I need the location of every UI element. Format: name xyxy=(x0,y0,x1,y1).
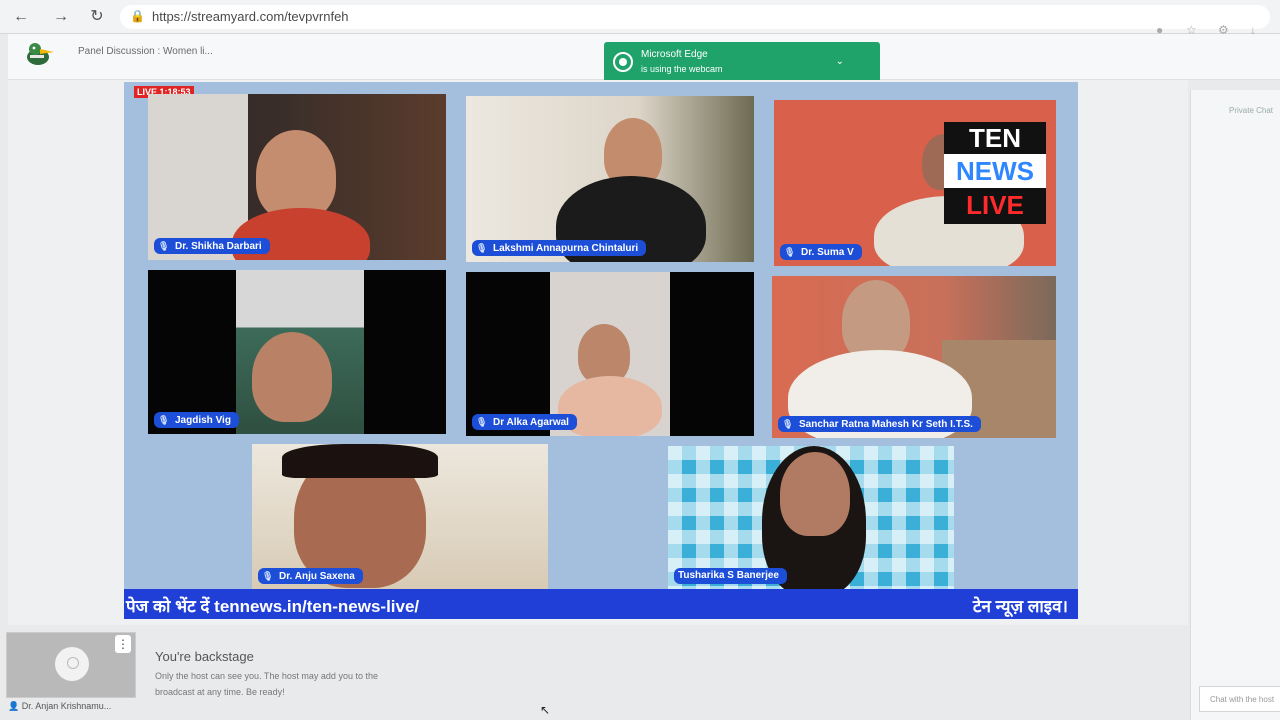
broadcast-stage: LIVE 1:18:53 🎙 Dr. Shikha Darbari 🎙 Lakshm… xyxy=(124,82,1078,619)
webcam-in-use-notification[interactable]: Microsoft Edge is using the webcam ⌄ xyxy=(604,42,880,84)
participant-name-tag: 🎙 Dr Alka Agarwal xyxy=(472,414,577,430)
chevron-down-icon[interactable]: ⌄ xyxy=(836,56,844,67)
participant-tile[interactable]: 🎙 Lakshmi Annapurna Chintaluri xyxy=(466,96,754,262)
address-bar[interactable]: 🔒 https://streamyard.com/tevpvrnfeh xyxy=(120,5,1270,29)
participant-tile[interactable]: 🎙 Dr Alka Agarwal xyxy=(466,272,754,436)
microphone-icon: 🎙 xyxy=(784,247,796,257)
broadcast-title: Panel Discussion : Women li... xyxy=(78,46,213,57)
participant-tile[interactable]: Tusharika S Banerjee xyxy=(668,446,954,590)
microphone-icon: 🎙 xyxy=(158,415,170,425)
microphone-icon: 🎙 xyxy=(476,417,488,427)
backstage-participant-name: 👤 Dr. Anjan Krishnamu... xyxy=(8,701,112,711)
backstage-description: Only the host can see you. The host may … xyxy=(155,671,378,697)
more-options-icon[interactable]: ⋮ xyxy=(115,635,131,653)
streamyard-duck-logo-icon[interactable] xyxy=(24,40,58,68)
reload-icon[interactable]: ↻ xyxy=(86,6,108,28)
url-text: https://streamyard.com/tevpvrnfeh xyxy=(152,9,349,24)
tab-private-chat[interactable]: Private Chat xyxy=(1229,106,1273,115)
participant-tile[interactable]: 🎙 Jagdish Vig xyxy=(148,270,446,434)
chat-sidebar: Private Chat Chat with the host xyxy=(1190,90,1280,720)
webcam-notice-app: Microsoft Edge xyxy=(641,49,708,60)
webcam-icon xyxy=(613,52,633,72)
participant-tile[interactable]: 🎙 Sanchar Ratna Mahesh Kr Seth I.T.S. xyxy=(772,276,1056,438)
browser-toolbar: ← → ↻ 🔒 https://streamyard.com/tevpvrnfe… xyxy=(0,0,1280,37)
microphone-icon: 🎙 xyxy=(158,241,170,251)
avatar-icon xyxy=(55,647,89,681)
participant-name-tag: 🎙 Sanchar Ratna Mahesh Kr Seth I.T.S. xyxy=(778,416,981,432)
news-ticker-banner: पेज को भेंट दें tennews.in/ten-news-live… xyxy=(124,589,1078,619)
chat-input[interactable]: Chat with the host xyxy=(1199,686,1280,712)
mouse-cursor-icon: ↖ xyxy=(540,703,551,717)
webcam-notice-text: is using the webcam xyxy=(641,64,723,74)
forward-arrow-icon[interactable]: → xyxy=(50,6,72,28)
participant-name-tag: 🎙 Lakshmi Annapurna Chintaluri xyxy=(472,240,647,256)
participant-name-tag: 🎙 Dr. Anju Saxena xyxy=(258,568,363,584)
backstage-self-tile[interactable]: ⋮ xyxy=(6,632,136,698)
participant-name-tag: 🎙 Dr. Suma V xyxy=(780,244,862,260)
participant-tile[interactable]: 🎙 Dr. Anju Saxena xyxy=(252,444,548,590)
backstage-title: You're backstage xyxy=(155,649,254,664)
microphone-icon: 🎙 xyxy=(262,571,274,581)
participant-name-tag: Tusharika S Banerjee xyxy=(674,568,787,584)
ticker-channel-text: टेन न्यूज़ लाइव। xyxy=(972,597,1068,616)
participant-name-tag: 🎙 Jagdish Vig xyxy=(154,412,239,428)
microphone-icon: 🎙 xyxy=(476,243,488,253)
participant-tile[interactable]: TEN NEWS LIVE 🎙 Dr. Suma V xyxy=(774,100,1056,266)
ten-news-live-logo: TEN NEWS LIVE xyxy=(944,122,1046,224)
back-arrow-icon[interactable]: ← xyxy=(10,6,32,28)
lock-icon: 🔒 xyxy=(130,9,145,23)
microphone-icon: 🎙 xyxy=(782,419,794,429)
participant-tile[interactable]: 🎙 Dr. Shikha Darbari xyxy=(148,94,446,260)
participant-name-tag: 🎙 Dr. Shikha Darbari xyxy=(154,238,270,254)
ticker-website-text: पेज को भेंट दें tennews.in/ten-news-live… xyxy=(126,597,420,616)
